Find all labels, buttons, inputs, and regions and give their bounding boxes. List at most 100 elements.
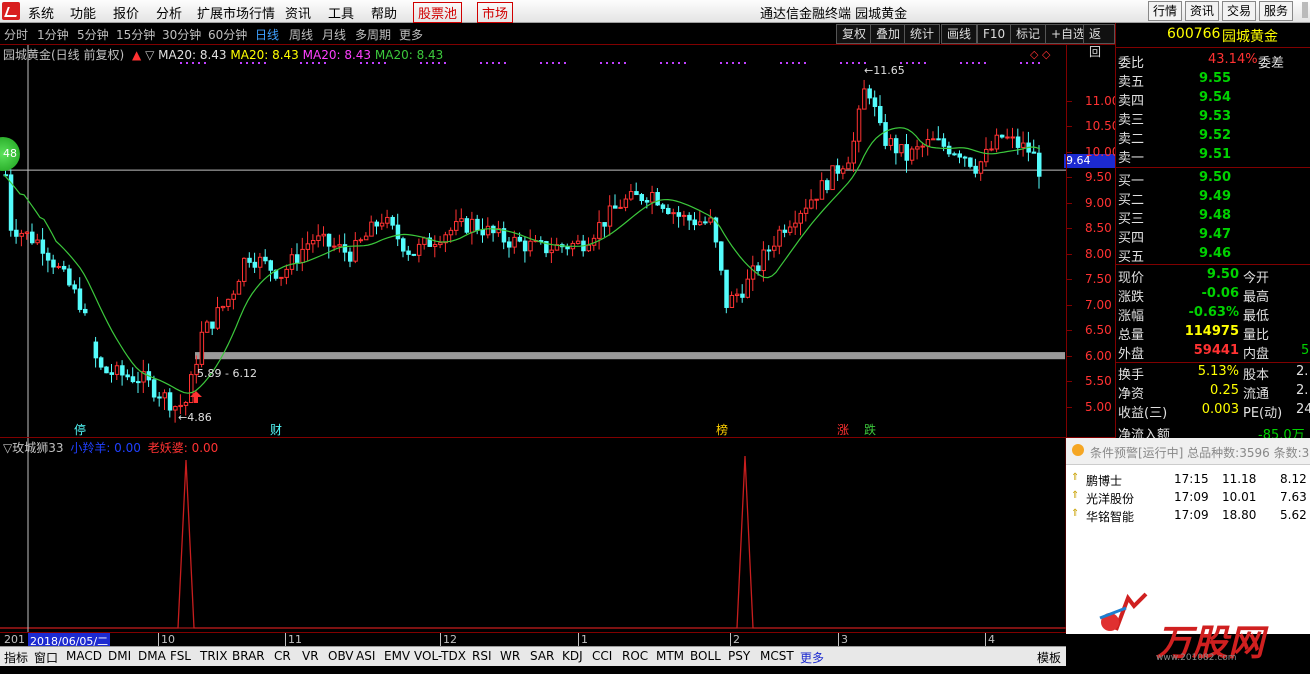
kline-chart[interactable]: 园城黄金(日线 前复权) ▲ ▽ MA20: 8.43 MA20: 8.43 M…	[0, 45, 1119, 438]
period-monthly[interactable]: 月线	[322, 26, 346, 43]
window-scroll-handle[interactable]	[1302, 2, 1308, 18]
marker-finance[interactable]: 财	[270, 421, 282, 438]
candle-body	[628, 191, 634, 200]
indicator-panel[interactable]: ▽玫城狮33 小羚羊: 0.00 老妖婆: 0.00	[0, 437, 1115, 633]
menu-function[interactable]: 功能	[70, 3, 96, 22]
back-button[interactable]: 返回	[1083, 24, 1115, 59]
adjust-button[interactable]: 复权	[836, 24, 873, 44]
candle-body	[862, 88, 867, 110]
menu-system[interactable]: 系统	[28, 3, 54, 22]
mark-button[interactable]: 标记	[1010, 24, 1047, 44]
bid-row[interactable]: 买二 9.49	[1116, 188, 1310, 208]
condition-alert-window[interactable]: 条件预警[运行中] 总品种数:3596 条数:3 ⇑ 鹏博士 17:15 11.18 8…	[1066, 438, 1310, 664]
period-daily[interactable]: 日线	[255, 26, 279, 43]
bid-label: 买四	[1118, 231, 1145, 246]
indicator-tab[interactable]: SAR	[530, 649, 554, 663]
indicator-tab[interactable]: DMI	[108, 649, 131, 663]
indicator-tab[interactable]: VOL-TDX	[414, 649, 466, 663]
period-multi[interactable]: 多周期	[355, 26, 391, 43]
period-more[interactable]: 更多	[399, 26, 423, 43]
stat-label2: 最低	[1243, 309, 1270, 324]
menu-extended-market[interactable]: 扩展市场行情	[197, 3, 275, 22]
ask-row[interactable]: 卖二 9.52	[1116, 127, 1310, 147]
indicator-tab[interactable]: VR	[302, 649, 319, 663]
draw-line-button[interactable]: 画线	[941, 24, 978, 44]
ask-row[interactable]: 卖三 9.53	[1116, 108, 1310, 128]
marker-rise[interactable]: 涨	[837, 421, 849, 438]
candle-body	[936, 138, 941, 141]
stats-button[interactable]: 统计	[904, 24, 941, 44]
indicator-tab[interactable]: KDJ	[562, 649, 583, 663]
header-news-button[interactable]: 资讯	[1185, 1, 1220, 21]
indicator-tab[interactable]: BRAR	[232, 649, 265, 663]
indicator-tab[interactable]: CR	[274, 649, 291, 663]
indicator-tab[interactable]: ROC	[622, 649, 648, 663]
period-weekly[interactable]: 周线	[289, 26, 313, 43]
indicator-tab[interactable]: FSL	[170, 649, 191, 663]
ask-row[interactable]: 卖四 9.54	[1116, 89, 1310, 109]
indicator-tab[interactable]: RSI	[472, 649, 492, 663]
bid-row[interactable]: 买五 9.46	[1116, 245, 1310, 265]
alert-row[interactable]: ⇑ 华铭智能 17:09 18.80 5.62	[1066, 507, 1310, 525]
menu-stock-pool[interactable]: 股票池	[413, 2, 463, 23]
price-axis-label: 6.50	[1085, 323, 1112, 338]
candle-body	[252, 261, 258, 268]
header-service-button[interactable]: 服务	[1259, 1, 1294, 21]
alert-row[interactable]: ⇑ 鹏博士 17:15 11.18 8.12	[1066, 471, 1310, 489]
alert-header[interactable]: 条件预警[运行中] 总品种数:3596 条数:3	[1066, 438, 1310, 465]
indicator-tab[interactable]: 窗口	[34, 649, 58, 666]
header-quote-button[interactable]: 行情	[1148, 1, 1183, 21]
indicator-tab[interactable]: 更多	[800, 649, 824, 666]
indicator-tab[interactable]: 指标	[4, 649, 28, 666]
f10-button[interactable]: F10	[977, 24, 1012, 44]
period-60min[interactable]: 60分钟	[208, 26, 247, 43]
indicator-tab[interactable]: DMA	[138, 649, 166, 663]
indicator-tab[interactable]: WR	[500, 649, 520, 663]
marker-rank[interactable]: 榜	[716, 421, 728, 438]
menu-quote[interactable]: 报价	[113, 3, 139, 22]
candle-body	[1015, 136, 1021, 148]
menu-market[interactable]: 市场	[477, 2, 514, 23]
candle-body	[909, 148, 915, 161]
indicator-tab[interactable]: EMV	[384, 649, 410, 663]
period-15min[interactable]: 15分钟	[116, 26, 155, 43]
candle-body	[469, 218, 475, 233]
bid-row[interactable]: 买四 9.47	[1116, 226, 1310, 246]
indicator-name[interactable]: ▽玫城狮33	[3, 441, 64, 455]
indicator-tab[interactable]: 模板	[1037, 649, 1061, 666]
candle-body	[650, 192, 655, 203]
indicator-tab[interactable]: MACD	[66, 649, 102, 663]
menu-news[interactable]: 资讯	[285, 3, 311, 22]
indicator-tab[interactable]: PSY	[728, 649, 750, 663]
bid-row[interactable]: 买一 9.50	[1116, 169, 1310, 189]
ask-row[interactable]: 卖一 9.51	[1116, 146, 1310, 166]
indicator-tab[interactable]: MTM	[656, 649, 684, 663]
stat-label: 涨跌	[1118, 290, 1145, 305]
period-intraday[interactable]: 分时	[4, 26, 28, 43]
indicator-tab[interactable]: TRIX	[200, 649, 227, 663]
bid-row[interactable]: 买三 9.48	[1116, 207, 1310, 227]
price-axis: 11.00 10.50 10.00 9.50 9.00 8.50 8.00 7.50 7.00 6…	[1066, 45, 1119, 437]
alert-row[interactable]: ⇑ 光洋股份 17:09 10.01 7.63	[1066, 489, 1310, 507]
header-trade-button[interactable]: 交易	[1222, 1, 1257, 21]
ask-row[interactable]: 卖五 9.55	[1116, 70, 1310, 90]
price-axis-label: 7.50	[1085, 272, 1112, 287]
signal-dot	[666, 62, 668, 64]
marker-suspend[interactable]: 停	[74, 421, 86, 438]
indicator-tab[interactable]: OBV	[328, 649, 354, 663]
overlay-button[interactable]: 叠加	[870, 24, 907, 44]
candle-body	[766, 249, 772, 252]
indicator-tab[interactable]: CCI	[592, 649, 612, 663]
menu-tools[interactable]: 工具	[328, 3, 354, 22]
candle-body	[157, 396, 162, 399]
period-1min[interactable]: 1分钟	[37, 26, 69, 43]
period-5min[interactable]: 5分钟	[77, 26, 109, 43]
indicator-tab[interactable]: MCST	[760, 649, 794, 663]
marker-fall[interactable]: 跌	[864, 421, 876, 438]
indicator-tab[interactable]: ASI	[356, 649, 375, 663]
menu-analysis[interactable]: 分析	[156, 3, 182, 22]
menu-help[interactable]: 帮助	[371, 3, 397, 22]
indicator-tab[interactable]: BOLL	[690, 649, 721, 663]
candle-body	[528, 240, 533, 252]
period-30min[interactable]: 30分钟	[162, 26, 201, 43]
